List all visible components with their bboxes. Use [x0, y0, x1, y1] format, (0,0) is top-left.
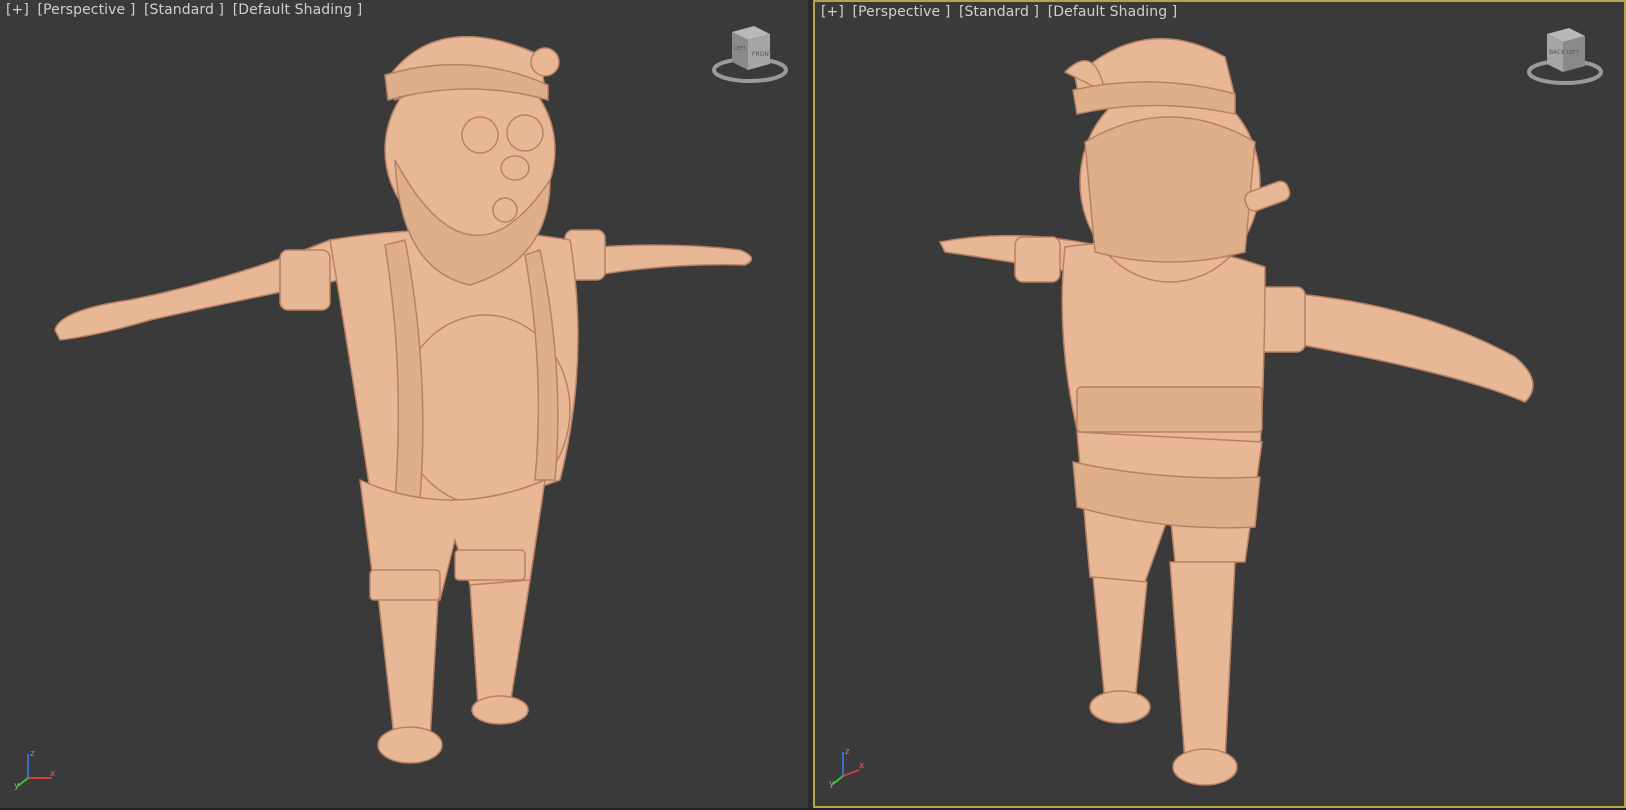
santa-model-back[interactable]: [815, 2, 1626, 808]
axis-x-label: x: [50, 769, 56, 779]
axis-z-label: z: [845, 747, 850, 757]
axis-y-label: y: [14, 781, 20, 790]
axis-x-label: x: [859, 761, 865, 771]
axis-gizmo-icon: z x y: [14, 749, 56, 790]
viewport-left-perspective[interactable]: [+] [Perspective ] [Standard ] [Default …: [0, 0, 808, 808]
santa-model-front[interactable]: [0, 0, 808, 808]
axis-z-label: z: [30, 749, 35, 759]
axis-gizmo-icon: z x y: [829, 747, 865, 788]
axis-y-label: y: [829, 779, 835, 788]
viewport-right-perspective[interactable]: [+] [Perspective ] [Standard ] [Default …: [813, 0, 1626, 808]
